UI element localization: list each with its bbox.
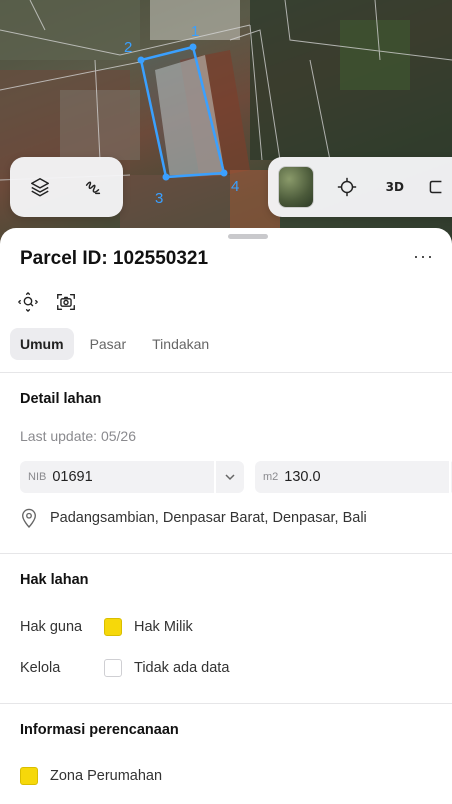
detail-heading: Detail lahan [20, 391, 102, 407]
more-options-button[interactable]: ··· [413, 246, 434, 267]
vertex-label-2: 2 [124, 39, 132, 56]
tab-umum[interactable]: Umum [10, 328, 74, 360]
last-update-text: Last update: 05/26 [20, 428, 136, 444]
kelola-row: Kelola Tidak ada data [20, 659, 229, 677]
divider [0, 372, 452, 373]
location-pin-icon [22, 508, 36, 528]
parcel-actions [16, 290, 78, 314]
vertex-label-3: 3 [155, 190, 163, 207]
vertex-label-4: 4 [231, 178, 239, 195]
map-view[interactable]: 1 2 3 4 3D [0, 0, 452, 250]
hak-guna-value: Hak Milik [134, 619, 193, 635]
hak-guna-row: Hak guna Hak Milik [20, 618, 193, 636]
partial-square-icon[interactable] [428, 169, 452, 205]
divider [0, 553, 452, 554]
nib-field[interactable]: NIB 01691 [20, 461, 244, 493]
satellite-thumbnail[interactable] [278, 166, 314, 208]
tab-bar: Umum Pasar Tindakan [10, 328, 219, 360]
zone-row: Zona Perumahan [20, 767, 162, 785]
3d-label: 3D [385, 180, 404, 194]
empty-swatch [104, 659, 122, 677]
screenshot-icon[interactable] [54, 290, 78, 314]
crosshair-icon[interactable] [332, 169, 362, 205]
parcel-detail-sheet: Parcel ID: 102550321 ··· Umum Pasar Tind… [0, 228, 452, 804]
parcel-title: Parcel ID: 102550321 [20, 248, 209, 269]
layers-icon[interactable] [24, 169, 56, 205]
zone-value: Zona Perumahan [50, 768, 163, 784]
zone-swatch [20, 767, 38, 785]
area-unit-label: m2 [263, 471, 279, 483]
map-toolbar-left [10, 157, 123, 217]
yellow-swatch [104, 618, 122, 636]
address-row: Padangsambian, Denpasar Barat, Denpasar,… [20, 508, 367, 528]
map-toolbar-right: 3D [268, 157, 452, 217]
draw-gesture-icon[interactable] [78, 169, 110, 205]
kelola-label: Kelola [20, 660, 61, 676]
nib-label: NIB [28, 471, 47, 483]
area-value: 130.0 [284, 469, 321, 485]
tab-tindakan[interactable]: Tindakan [142, 328, 219, 360]
nib-value: 01691 [52, 469, 93, 485]
planning-heading: Informasi perencanaan [20, 722, 179, 738]
sheet-grab-handle[interactable] [228, 234, 268, 239]
chevron-down-icon[interactable] [214, 461, 244, 493]
hak-heading: Hak lahan [20, 572, 89, 588]
3d-toggle-button[interactable]: 3D [380, 169, 410, 205]
vertex-label-1: 1 [191, 23, 199, 40]
hak-guna-label: Hak guna [20, 619, 83, 635]
area-field[interactable]: m2 130.0 [255, 461, 452, 493]
zoom-to-parcel-icon[interactable] [16, 290, 40, 314]
divider [0, 703, 452, 704]
kelola-value: Tidak ada data [134, 660, 230, 676]
address-text: Padangsambian, Denpasar Barat, Denpasar,… [50, 510, 367, 526]
tab-pasar[interactable]: Pasar [80, 328, 137, 360]
